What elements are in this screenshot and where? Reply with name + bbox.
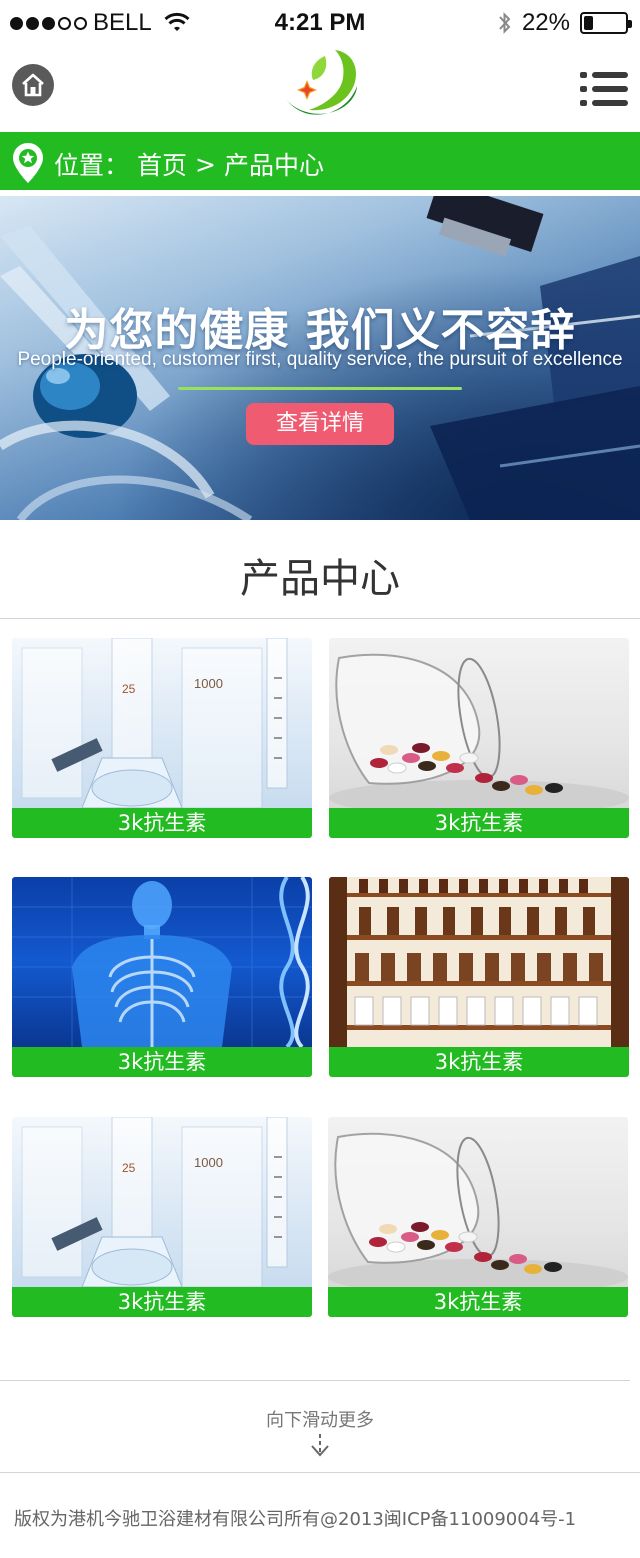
banner-subtitle: People-oriented, customer first, quality… [17, 349, 623, 370]
section-divider [0, 618, 640, 619]
product-card[interactable]: 25 1000 3k抗生素 [12, 638, 312, 838]
product-image-pills-in-glass [329, 638, 629, 808]
svg-text:1000: 1000 [194, 1155, 223, 1170]
copyright-text: 版权为港机今驰卫浴建材有限公司所有@2013闽ICP备11009004号-1 [14, 1509, 577, 1530]
product-label: 3k抗生素 [12, 1287, 312, 1317]
product-image-xray-body [12, 877, 312, 1047]
product-label: 3k抗生素 [329, 1047, 629, 1077]
breadcrumb: 位置： 首页 > 产品中心 [0, 132, 640, 190]
product-card[interactable]: 3k抗生素 [329, 638, 629, 838]
product-image-lab-glassware: 25 1000 [12, 1117, 312, 1287]
battery-icon [580, 12, 632, 34]
medicine-shelf-art [329, 877, 629, 1047]
bluetooth-icon [499, 12, 511, 34]
svg-text:25: 25 [122, 1161, 136, 1175]
hero-banner: 为您的健康 我们义不容辞 People-oriented, customer f… [0, 196, 640, 520]
battery-level [584, 16, 593, 30]
banner-divider [178, 387, 462, 390]
header [0, 44, 640, 132]
pills-in-glass-art [328, 1132, 628, 1287]
scroll-more-link[interactable]: 向下滑动更多 [0, 1406, 640, 1432]
product-image-medicine-shelf [329, 877, 629, 1047]
product-card[interactable]: 25 1000 3k抗生素 [12, 1117, 312, 1317]
more-divider-top [0, 1380, 630, 1381]
view-details-button[interactable]: 查看详情 [246, 403, 394, 445]
lab-glassware-art: 25 1000 [21, 1117, 288, 1287]
svg-text:1000: 1000 [194, 676, 223, 691]
logo[interactable] [279, 46, 361, 128]
status-right: 22% [498, 9, 632, 37]
breadcrumb-current: 产品中心 [223, 151, 324, 180]
svg-text:25: 25 [122, 682, 136, 696]
pills-in-glass-art [329, 653, 629, 808]
status-bar: BELL 4:21 PM 22% [0, 0, 640, 44]
menu-button[interactable] [580, 72, 628, 106]
more-divider-bottom [0, 1472, 640, 1473]
arrow-down-icon[interactable] [309, 1432, 331, 1458]
product-label: 3k抗生素 [12, 808, 312, 838]
breadcrumb-separator: > [195, 149, 216, 179]
product-image-pills-in-glass [328, 1117, 628, 1287]
product-label: 3k抗生素 [12, 1047, 312, 1077]
product-card[interactable]: 3k抗生素 [328, 1117, 628, 1317]
product-card[interactable]: 3k抗生素 [329, 877, 629, 1077]
product-label: 3k抗生素 [328, 1287, 628, 1317]
battery-percent: 22% [521, 9, 570, 36]
product-card[interactable]: 3k抗生素 [12, 877, 312, 1077]
home-button[interactable] [12, 64, 54, 106]
breadcrumb-trail: 位置： 首页 > 产品中心 [54, 146, 324, 182]
xray-body-art [12, 877, 312, 1047]
breadcrumb-home-link[interactable]: 首页 [137, 146, 187, 182]
lab-glassware-art: 25 1000 [21, 638, 288, 808]
product-image-lab-glassware: 25 1000 [12, 638, 312, 808]
location-pin-icon [13, 143, 43, 183]
home-icon [22, 73, 44, 97]
section-title: 产品中心 [240, 556, 400, 602]
breadcrumb-prefix: 位置： [54, 151, 130, 180]
product-label: 3k抗生素 [329, 808, 629, 838]
